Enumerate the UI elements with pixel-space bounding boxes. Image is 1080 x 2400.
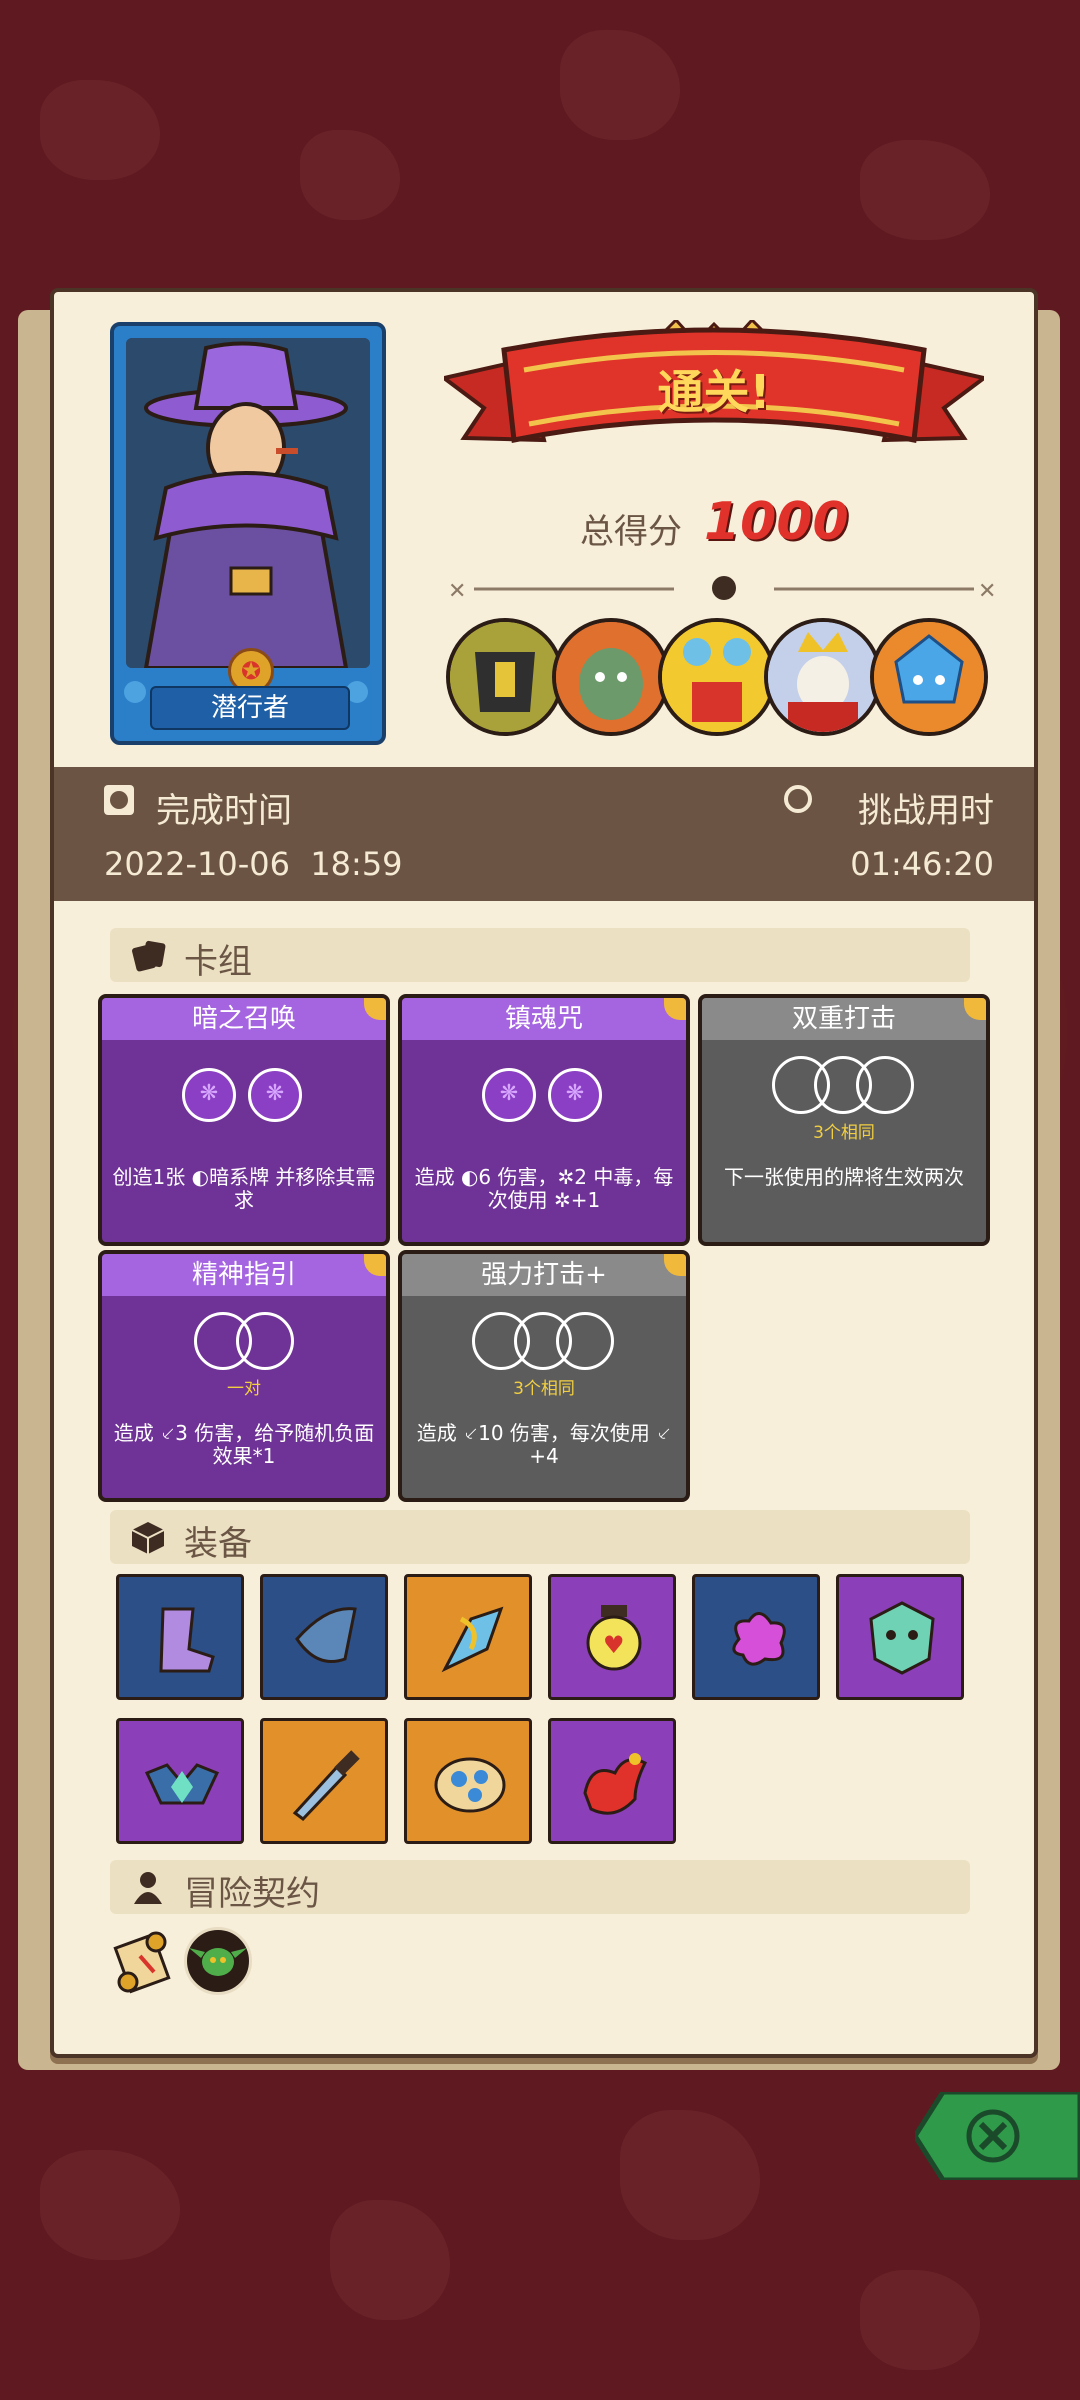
combo-requirement: 一对 bbox=[227, 1379, 261, 1399]
scroll-icon[interactable] bbox=[110, 1926, 176, 1996]
close-icon bbox=[912, 2089, 1080, 2183]
card-title: 双重打击 bbox=[702, 998, 986, 1040]
cards-icon bbox=[132, 940, 166, 972]
background-shape bbox=[620, 2110, 760, 2240]
victory-banner: 通关! bbox=[439, 317, 989, 480]
bone-king-boss-icon[interactable] bbox=[764, 618, 882, 736]
background-shape bbox=[330, 2200, 450, 2320]
crystal-boot-icon[interactable] bbox=[116, 1574, 244, 1700]
card-dark-summon[interactable]: 暗之召唤 ❋ ❋ 创造1张 ◐暗系牌 并移除其需求 bbox=[98, 994, 390, 1246]
person-icon bbox=[134, 1872, 162, 1904]
finish-time-value: 2022-10-06 18:59 bbox=[104, 845, 403, 883]
grape-gem-icon: ❋ bbox=[548, 1068, 602, 1122]
challenge-time-value: 01:46:20 bbox=[850, 845, 994, 883]
wizard-hat-character-icon bbox=[126, 338, 370, 668]
jester-skull-boss-icon[interactable] bbox=[658, 618, 776, 736]
svg-text:✕: ✕ bbox=[978, 579, 996, 604]
equipment-title: 装备 bbox=[184, 1524, 252, 1564]
deck-title: 卡组 bbox=[184, 942, 252, 982]
grape-gem-icon: ❋ bbox=[248, 1068, 302, 1122]
background-shape bbox=[300, 130, 400, 220]
score-value: 1000 bbox=[704, 492, 849, 552]
hero-card[interactable]: ✪ 潜行者 bbox=[110, 322, 386, 745]
hero-portrait bbox=[126, 338, 370, 668]
contract-section-header: 冒险契约 bbox=[110, 1860, 970, 1914]
card-title: 强力打击+ bbox=[402, 1254, 686, 1296]
card-spirit-guide[interactable]: 精神指引 一对 造成 ⸔3 伤害，给予随机负面效果*1 bbox=[98, 1250, 390, 1502]
deck-section-header: 卡组 bbox=[110, 928, 970, 982]
armored-knight-boss-icon[interactable] bbox=[446, 618, 564, 736]
card-power-strike-plus[interactable]: 强力打击+ 3个相同 造成 ⸔10 伤害，每次使用 ⸔+4 bbox=[398, 1250, 690, 1502]
equipment-section-header: 装备 bbox=[110, 1510, 970, 1564]
stats-band: 完成时间 2022-10-06 18:59 挑战用时 01:46:20 bbox=[54, 767, 1034, 901]
card-description: 造成 ⸔3 伤害，给予随机负面效果*1 bbox=[113, 1421, 375, 1468]
card-description: 造成 ⸔10 伤害，每次使用 ⸔+4 bbox=[416, 1421, 672, 1468]
contract-title: 冒险契约 bbox=[184, 1874, 320, 1914]
result-panel: ✪ 潜行者 通关! 总得分 1000 ✕ ✕ 完成时间 2022-10-06 1… bbox=[50, 288, 1038, 2058]
background-shape bbox=[40, 80, 160, 180]
crystal-wing-icon[interactable] bbox=[404, 1574, 532, 1700]
empty-slot-icon bbox=[236, 1312, 294, 1370]
card-double-strike[interactable]: 双重打击 3个相同 下一张使用的牌将生效两次 bbox=[698, 994, 990, 1246]
fire-potion-icon[interactable] bbox=[548, 1718, 676, 1844]
orc-boss-icon[interactable] bbox=[552, 618, 670, 736]
card-description: 下一张使用的牌将生效两次 bbox=[724, 1165, 964, 1189]
card-soul-curse[interactable]: 镇魂咒 ❋ ❋ 造成 ◐6 伤害，✲2 中毒，每次使用 ✲+1 bbox=[398, 994, 690, 1246]
card-title: 镇魂咒 bbox=[402, 998, 686, 1040]
serrated-sword-icon[interactable] bbox=[260, 1718, 388, 1844]
goblin-token-icon[interactable] bbox=[184, 1927, 252, 1995]
boss-divider: ✕ ✕ bbox=[448, 576, 996, 604]
hero-name: 潜行者 bbox=[150, 686, 350, 730]
background-shape bbox=[860, 2270, 980, 2370]
background-shape bbox=[860, 140, 990, 240]
combo-requirement: 3个相同 bbox=[813, 1123, 875, 1143]
paint-splash-icon[interactable] bbox=[692, 1574, 820, 1700]
hook-blade-icon[interactable] bbox=[260, 1574, 388, 1700]
score-label: 总得分 bbox=[580, 512, 682, 552]
background-shape bbox=[560, 30, 680, 140]
demon-mask-icon[interactable] bbox=[836, 1574, 964, 1700]
combo-requirement: 3个相同 bbox=[513, 1379, 575, 1399]
crystal-golem-boss-icon[interactable] bbox=[870, 618, 988, 736]
heart-lantern-icon[interactable]: ♥ bbox=[548, 1574, 676, 1700]
grape-gem-icon: ❋ bbox=[482, 1068, 536, 1122]
card-description: 造成 ◐6 伤害，✲2 中毒，每次使用 ✲+1 bbox=[414, 1165, 674, 1212]
bat-gem-icon[interactable] bbox=[116, 1718, 244, 1844]
card-title: 精神指引 bbox=[102, 1254, 386, 1296]
empty-slot-icon bbox=[556, 1312, 614, 1370]
paint-palette-icon[interactable] bbox=[404, 1718, 532, 1844]
box-icon bbox=[131, 1522, 165, 1554]
finish-time-label: 完成时间 bbox=[156, 791, 292, 831]
close-button[interactable] bbox=[912, 2089, 1080, 2183]
challenge-time-label: 挑战用时 bbox=[858, 791, 994, 831]
svg-text:✕: ✕ bbox=[448, 579, 466, 604]
svg-text:♥: ♥ bbox=[603, 1631, 625, 1659]
empty-slot-icon bbox=[856, 1056, 914, 1114]
card-title: 暗之召唤 bbox=[102, 998, 386, 1040]
victory-title: 通关! bbox=[657, 365, 771, 419]
wave-ornament-icon bbox=[124, 681, 146, 703]
card-description: 创造1张 ◐暗系牌 并移除其需求 bbox=[112, 1165, 376, 1212]
grape-gem-icon: ❋ bbox=[182, 1068, 236, 1122]
background-shape bbox=[40, 2150, 180, 2260]
stopwatch-icon bbox=[784, 785, 812, 813]
calendar-icon bbox=[104, 785, 134, 815]
